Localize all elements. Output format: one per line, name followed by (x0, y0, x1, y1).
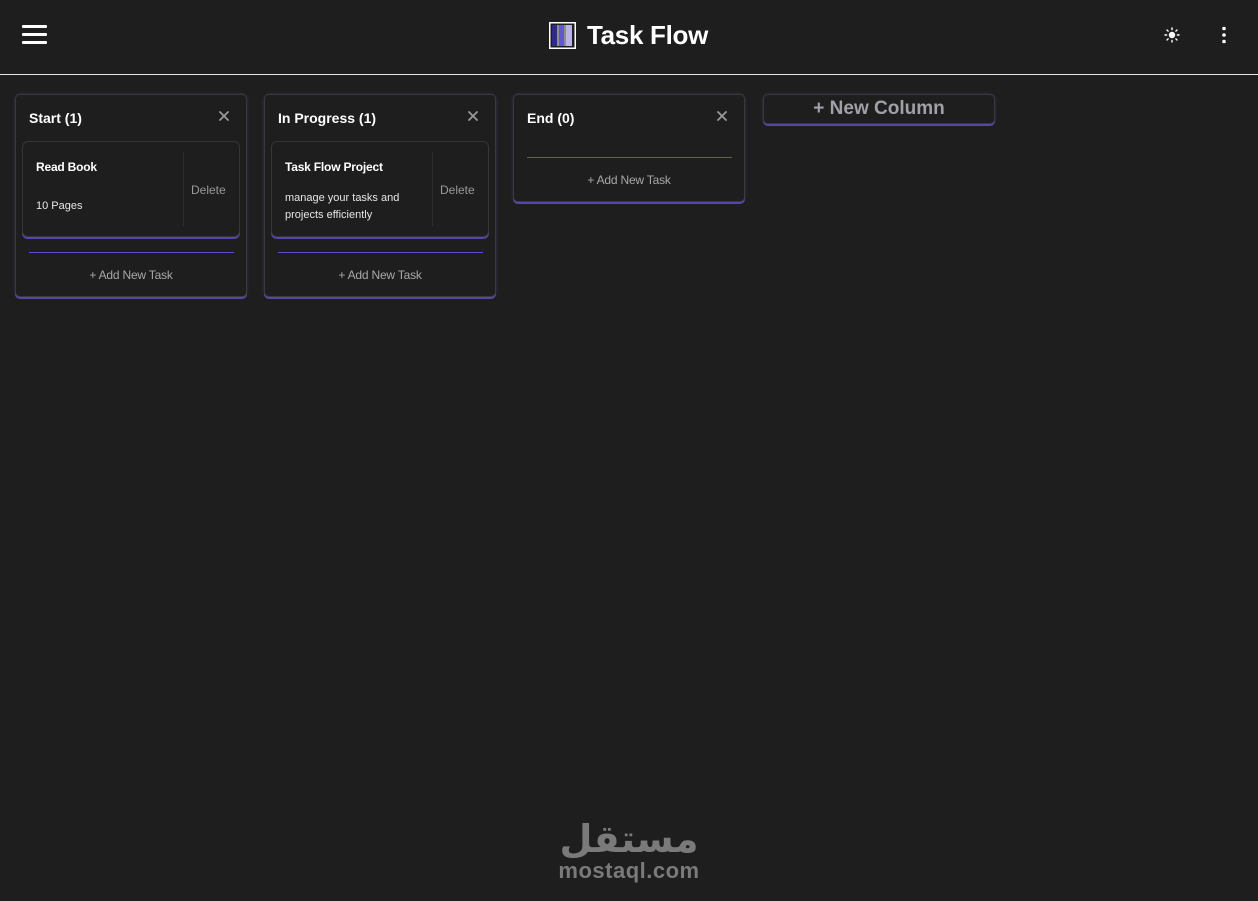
watermark-text: mostaql.com (558, 858, 700, 883)
column-header: End (0) (514, 95, 744, 141)
top-app-bar: Task Flow (0, 0, 1258, 75)
add-task-button[interactable]: + Add New Task (514, 158, 744, 201)
new-column-button[interactable]: + New Column (763, 94, 995, 124)
column-title: In Progress (1) (278, 110, 377, 126)
svg-text:مستقل: مستقل (560, 817, 699, 858)
column-title: Start (1) (29, 110, 82, 126)
task-card[interactable]: Task Flow Project manage your tasks and … (271, 141, 489, 237)
close-icon[interactable] (465, 108, 481, 124)
card-divider (183, 152, 184, 226)
sun-icon[interactable] (1162, 25, 1182, 45)
close-icon[interactable] (714, 108, 730, 124)
mostaql-watermark: مستقل mostaql.com (552, 812, 706, 884)
close-icon[interactable] (216, 108, 232, 124)
task-title: Task Flow Project (285, 160, 383, 174)
column-in-progress: In Progress (1) Task Flow Project manage… (264, 94, 496, 297)
task-flow-logo-icon (549, 21, 576, 49)
column-start: Start (1) Read Book 10 Pages Delete + Ad… (15, 94, 247, 297)
delete-task-button[interactable]: Delete (440, 183, 475, 197)
task-description: 10 Pages (36, 200, 83, 212)
more-vertical-icon[interactable] (1214, 25, 1234, 45)
add-task-button[interactable]: + Add New Task (16, 253, 246, 296)
column-title: End (0) (527, 110, 575, 126)
column-header: Start (1) (16, 95, 246, 141)
app-title: Task Flow (587, 19, 709, 50)
card-divider (432, 152, 433, 226)
task-description: manage your tasks and projects efficient… (285, 192, 400, 221)
task-card[interactable]: Read Book 10 Pages Delete (22, 141, 240, 237)
mostaql-logo: مستقل (560, 817, 699, 858)
delete-task-button[interactable]: Delete (191, 183, 226, 197)
column-end: End (0) + Add New Task (513, 94, 745, 202)
add-task-button[interactable]: + Add New Task (265, 253, 495, 296)
task-title: Read Book (36, 160, 97, 174)
column-header: In Progress (1) (265, 95, 495, 141)
brand: Task Flow (549, 20, 708, 50)
menu-icon[interactable] (22, 25, 47, 45)
